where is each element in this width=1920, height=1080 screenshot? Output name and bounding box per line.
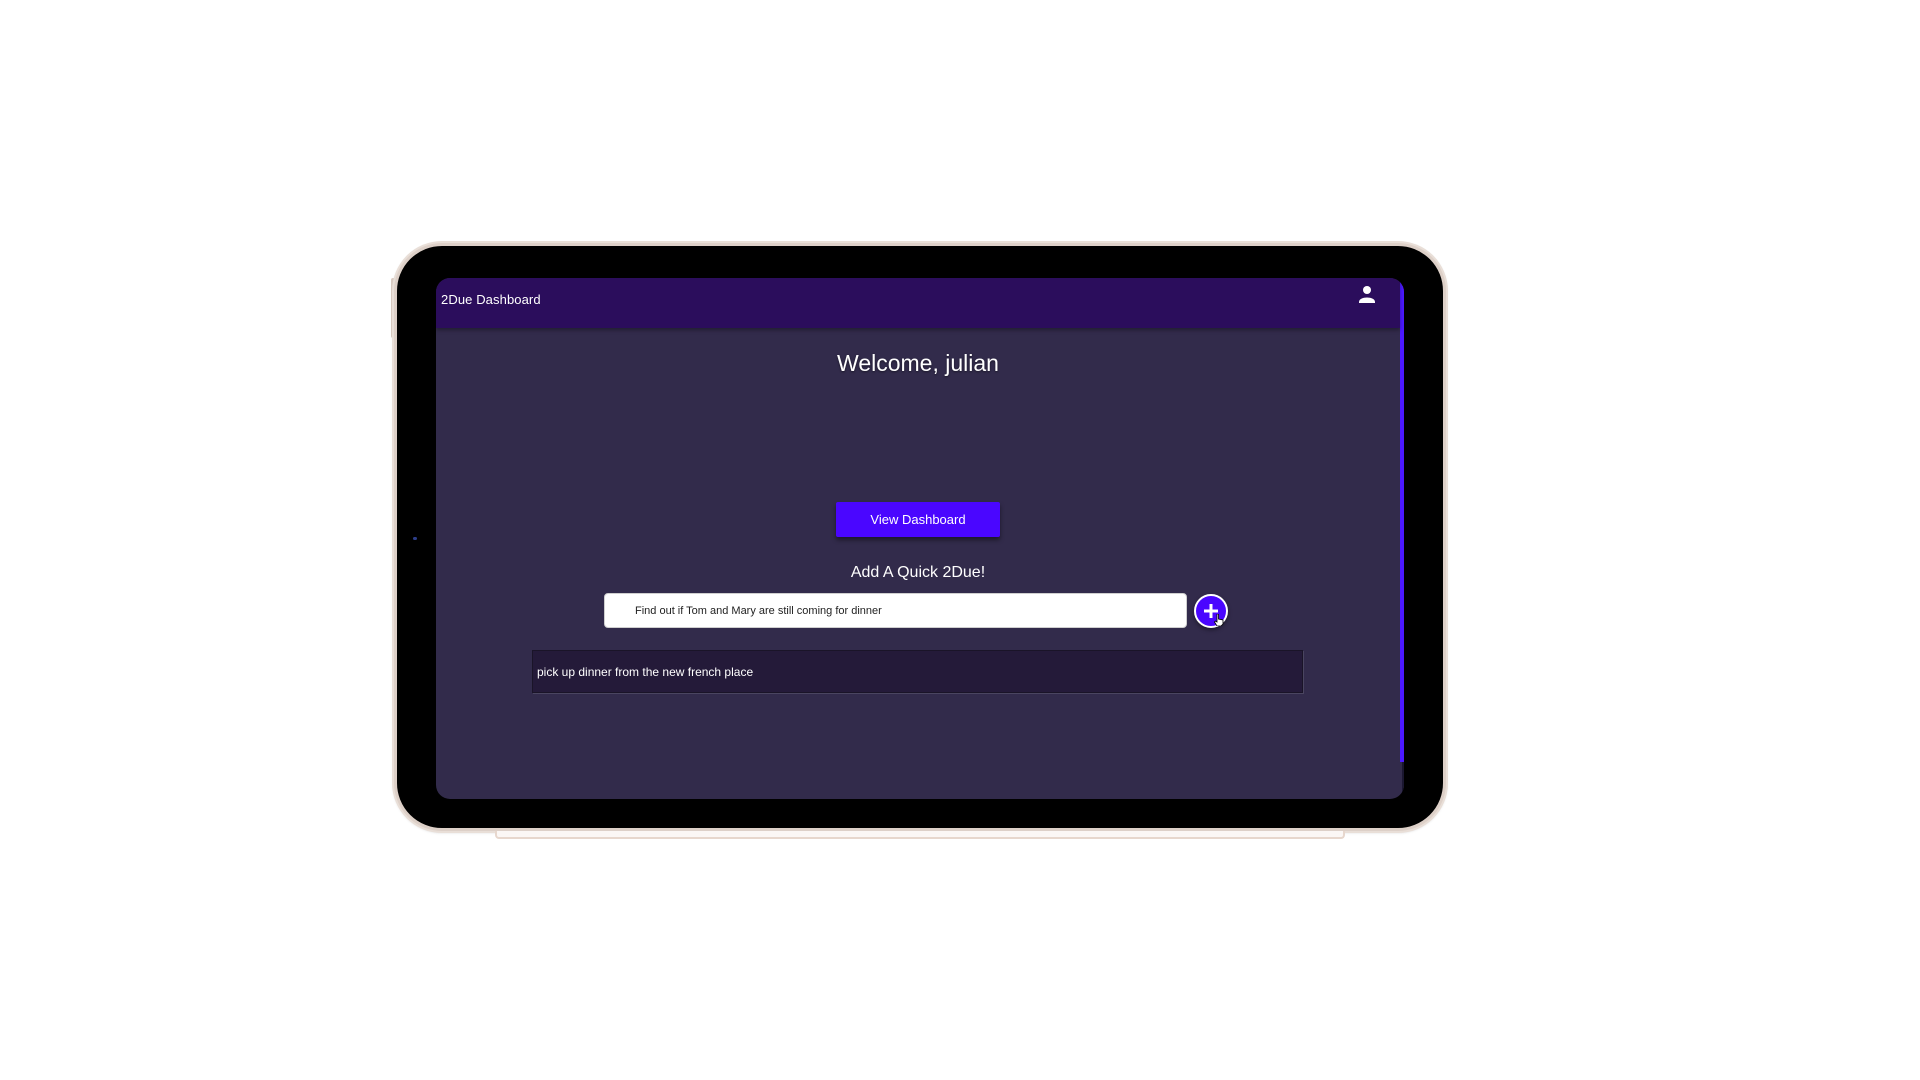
tablet-bottom-edge bbox=[495, 831, 1345, 839]
app-header: 2Due Dashboard bbox=[436, 278, 1400, 328]
quick-add-input[interactable] bbox=[604, 593, 1187, 628]
tablet-screen: 2Due Dashboard Welcome, julian View Dash… bbox=[436, 278, 1404, 799]
page-stage: 2Due Dashboard Welcome, julian View Dash… bbox=[0, 0, 1920, 1080]
hand-cursor-icon bbox=[1213, 613, 1224, 627]
welcome-heading: Welcome, julian bbox=[837, 350, 999, 376]
scrollbar[interactable] bbox=[1400, 282, 1404, 762]
view-dashboard-button[interactable]: View Dashboard bbox=[836, 502, 1000, 537]
app-title: 2Due Dashboard bbox=[441, 292, 541, 307]
scrollbar-track bbox=[1402, 762, 1404, 792]
todo-item[interactable]: pick up dinner from the new french place bbox=[532, 650, 1303, 693]
quick-add-heading: Add A Quick 2Due! bbox=[850, 564, 986, 581]
person-icon[interactable] bbox=[1358, 285, 1376, 305]
tablet-camera bbox=[413, 537, 417, 540]
